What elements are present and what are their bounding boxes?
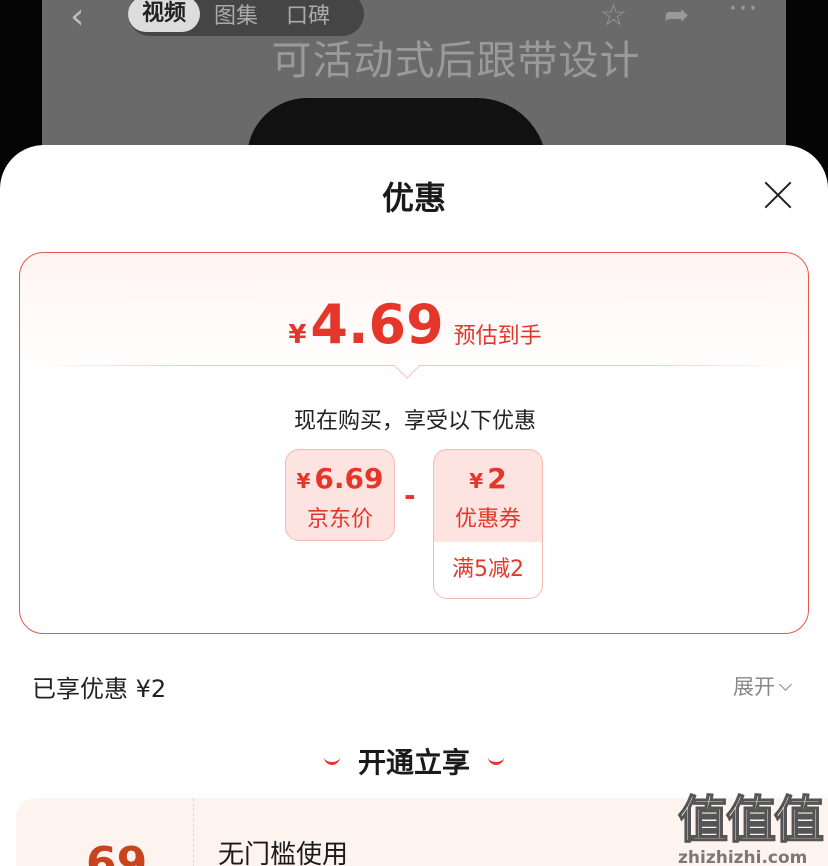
coupon-value: 2 <box>487 462 507 495</box>
back-arrow-icon[interactable]: ‹ <box>70 0 84 37</box>
price-label: 京东价 <box>306 507 373 532</box>
coupon-currency: ¥ <box>469 469 484 493</box>
star-icon[interactable]: ☆ <box>600 0 627 33</box>
coupon-label: 优惠券 <box>454 507 521 532</box>
media-tabs: 视频 图集 口碑 <box>128 0 364 36</box>
open-now-title: 开通立享 <box>357 746 470 779</box>
coupon-box: ¥2 优惠券 满5减2 <box>433 449 543 599</box>
estimated-label: 预估到手 <box>453 324 542 349</box>
estimated-price: ¥ 4.69 预估到手 <box>20 293 810 356</box>
estimated-currency: ¥ <box>288 320 307 350</box>
divider-notch <box>394 353 420 379</box>
coupon-condition: 满5减2 <box>434 542 542 598</box>
estimated-amount: 4.69 <box>310 293 444 356</box>
price-summary-card: ¥ 4.69 预估到手 现在购买，享受以下优惠 ¥6.69 京东价 - ¥2 优… <box>19 252 809 634</box>
site-watermark: 值值值 zhizhizhi.com <box>677 780 828 866</box>
buy-now-text: 现在购买，享受以下优惠 <box>293 409 536 434</box>
smile-right-icon <box>488 757 504 765</box>
enjoyed-discount-text: 已享优惠 ¥2 <box>32 675 167 703</box>
close-icon[interactable] <box>762 179 794 211</box>
price-value: 6.69 <box>314 462 384 495</box>
share-icon[interactable]: ➦ <box>664 0 689 33</box>
expand-button[interactable]: 展开 <box>733 671 792 701</box>
chevron-down-icon <box>779 678 792 691</box>
tab-video[interactable]: 视频 <box>128 0 201 32</box>
tab-reviews[interactable]: 口碑 <box>272 0 344 30</box>
coupon-amount-area: 69 <box>16 798 194 866</box>
coupon-amount: 69 <box>86 838 148 866</box>
discount-sheet: 优惠 ¥ 4.69 预估到手 现在购买，享受以下优惠 ¥6.69 京东价 - ¥… <box>0 145 828 866</box>
sheet-title: 优惠 <box>381 179 446 217</box>
tab-gallery[interactable]: 图集 <box>200 0 272 30</box>
open-now-heading: 开通立享 <box>0 741 828 781</box>
coupon-description: 无门槛使用 <box>218 840 349 866</box>
watermark-url: zhizhizhi.com <box>678 848 808 866</box>
watermark-logo: 值值值 <box>677 790 825 850</box>
expand-label: 展开 <box>733 675 775 699</box>
smile-left-icon <box>323 757 340 765</box>
product-banner-text: 可活动式后跟带设计 <box>271 38 641 84</box>
jd-price-box: ¥6.69 京东价 <box>285 449 395 541</box>
more-icon[interactable]: ⋯ <box>728 0 758 25</box>
minus-operator: - <box>404 479 416 512</box>
price-currency: ¥ <box>296 469 311 493</box>
